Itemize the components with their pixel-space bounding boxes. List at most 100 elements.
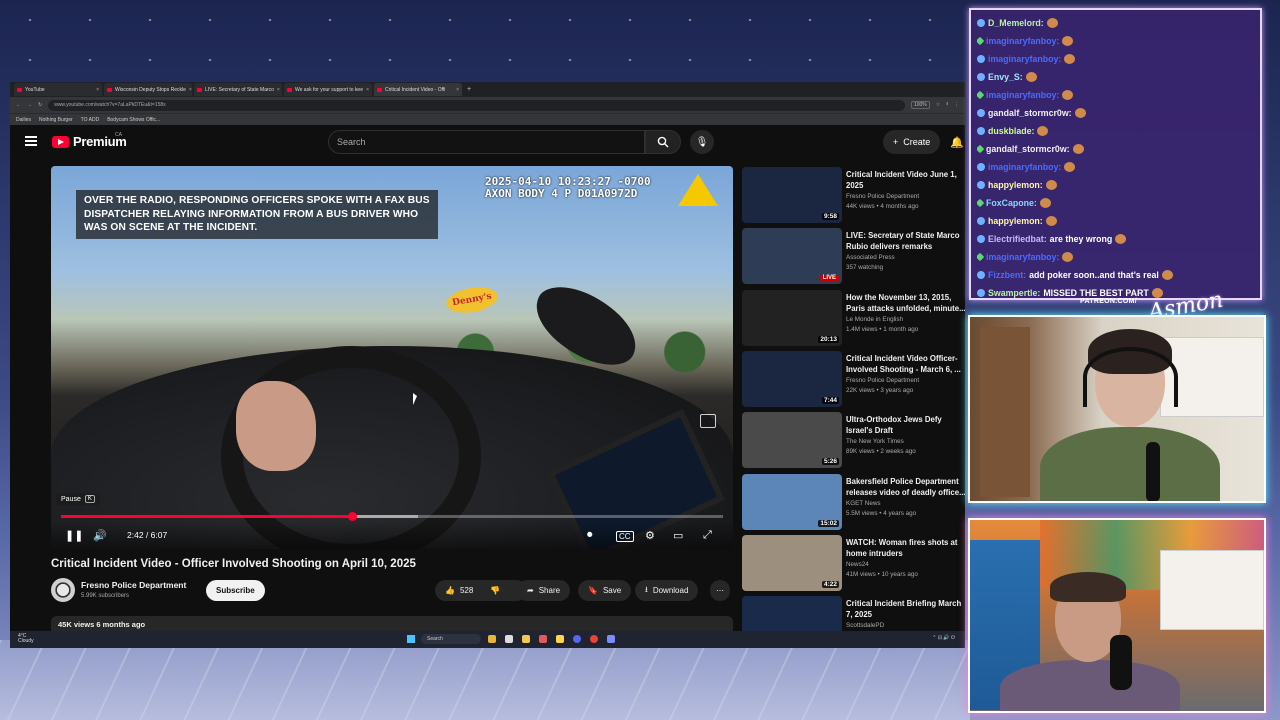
recommendation-channel[interactable]: The New York Times — [846, 438, 904, 445]
video-thumbnail[interactable]: 7:44 — [742, 350, 842, 407]
channel-name[interactable]: Fresno Police Department — [81, 580, 186, 590]
chat-username[interactable]: Fizzbent: — [988, 266, 1026, 284]
captions-icon[interactable]: CC — [616, 531, 634, 542]
url-field[interactable]: www.youtube.com/watch?v=7aLaPkDTEu&t=158… — [48, 99, 905, 111]
obs-icon[interactable] — [607, 635, 615, 643]
subscribe-button[interactable]: Subscribe — [206, 580, 265, 601]
recommendation-item[interactable]: 5:26 Ultra-Orthodox Jews Defy Israel's Dr… — [742, 412, 965, 470]
recommendation-title[interactable]: Ultra-Orthodox Jews Defy Israel's Draft — [846, 414, 965, 436]
close-tab-icon[interactable]: × — [366, 87, 369, 93]
recommendation-channel[interactable]: Le Monde in English — [846, 316, 903, 323]
miniplayer-icon[interactable] — [700, 414, 716, 428]
chat-username[interactable]: imaginaryfanboy: — [986, 86, 1059, 104]
video-player[interactable]: Denny's OVER THE RADIO, RESPONDING OFFIC… — [51, 166, 733, 549]
windows-start-icon[interactable] — [407, 635, 415, 643]
recommendation-channel[interactable]: Fresno Police Department — [846, 193, 919, 200]
chat-username[interactable]: gandalf_stormcr0w: — [988, 104, 1072, 122]
close-tab-icon[interactable]: × — [277, 87, 280, 93]
close-tab-icon[interactable]: × — [96, 87, 99, 93]
volume-icon[interactable]: 🔊 — [93, 529, 107, 542]
recommendation-title[interactable]: LIVE: Secretary of State Marco Rubio del… — [846, 230, 965, 252]
video-thumbnail[interactable]: 15:02 — [742, 473, 842, 530]
video-thumbnail[interactable]: LIVE — [742, 228, 842, 285]
youtube-logo[interactable]: Premium CA — [52, 132, 127, 149]
browser-tab[interactable]: YouTube × — [14, 83, 102, 96]
recommendation-channel[interactable]: Fresno Police Department — [846, 377, 919, 384]
chat-username[interactable]: happylemon: — [988, 212, 1043, 230]
more-actions-button[interactable]: ⋯ — [710, 580, 730, 601]
bookmark-item[interactable]: Nothing Burger — [39, 117, 73, 123]
star-icon[interactable]: ☆ — [936, 102, 940, 108]
channel-avatar[interactable] — [51, 578, 75, 602]
reload-icon[interactable]: ↻ — [38, 102, 42, 108]
hamburger-menu-icon[interactable] — [25, 136, 37, 146]
bookmark-item[interactable]: Bodycam Shows Offic... — [107, 117, 160, 123]
chat-username[interactable]: Swampertle: — [988, 284, 1040, 302]
zoom-level[interactable]: 100% — [910, 101, 930, 109]
recommendation-item[interactable]: 7:44 Critical Incident Video Officer-Invo… — [742, 350, 965, 409]
menu-dots-icon[interactable]: ⋮ — [954, 102, 959, 108]
recommendation-title[interactable]: How the November 13, 2015, Paris attacks… — [846, 292, 965, 314]
recommendation-title[interactable]: WATCH: Woman fires shots at home intrude… — [846, 537, 965, 559]
recommendation-channel[interactable]: News24 — [846, 561, 869, 568]
file-explorer-icon[interactable] — [488, 635, 496, 643]
download-icon[interactable]: ⭳ — [946, 101, 948, 109]
dislike-icon[interactable]: 👎 — [490, 586, 500, 595]
chrome-icon[interactable] — [590, 635, 598, 643]
bookmark-item[interactable]: Dailies — [16, 117, 31, 123]
taskbar-search[interactable]: Search — [421, 634, 481, 644]
recommendation-channel[interactable]: Associated Press — [846, 254, 895, 261]
notes-app-icon[interactable] — [556, 635, 564, 643]
discord-icon[interactable] — [573, 635, 581, 643]
forward-arrow-icon[interactable]: → — [27, 102, 32, 108]
chat-username[interactable]: gandalf_stormcr0w: — [986, 140, 1070, 158]
weather-widget[interactable]: 4°C Cloudy — [18, 634, 34, 644]
settings-gear-icon[interactable]: ⚙ — [645, 529, 655, 542]
back-arrow-icon[interactable]: ← — [16, 102, 21, 108]
video-thumbnail[interactable]: 4:22 — [742, 534, 842, 591]
recommendation-title[interactable]: Critical Incident Briefing March 7, 2025 — [846, 598, 965, 620]
recommendation-item[interactable]: LIVE LIVE: Secretary of State Marco Rubio… — [742, 228, 965, 286]
pause-icon[interactable]: ❚❚ — [65, 529, 83, 542]
video-thumbnail[interactable]: 9:58 — [742, 167, 842, 223]
chat-username[interactable]: imaginaryfanboy: — [986, 32, 1059, 50]
fullscreen-icon[interactable]: ⤢ — [703, 529, 712, 542]
share-button[interactable]: ➦ Share — [517, 580, 571, 601]
chat-username[interactable]: imaginaryfanboy: — [986, 248, 1059, 266]
recommendation-item[interactable]: 4:22 WATCH: Woman fires shots at home int… — [742, 534, 965, 593]
bookmark-item[interactable]: TO ADD — [81, 117, 100, 123]
browser-tab[interactable]: Wisconsin Deputy Stops Reckle × — [104, 83, 192, 96]
system-tray[interactable]: ⌃ ⊡ 🔊 ⏻ — [932, 635, 955, 641]
chat-username[interactable]: duskblade: — [988, 122, 1034, 140]
like-icon[interactable]: 👍 — [445, 586, 455, 595]
recommendation-title[interactable]: Bakersfield Police Department releases v… — [846, 476, 965, 498]
media-app-icon[interactable] — [539, 635, 547, 643]
recommendation-title[interactable]: Critical Incident Video Officer-Involved… — [846, 353, 965, 375]
chat-username[interactable]: FoxCapone: — [986, 194, 1037, 212]
chat-username[interactable]: happylemon: — [988, 176, 1043, 194]
chat-username[interactable]: D_Memelord: — [988, 14, 1044, 32]
download-button[interactable]: ⭳ Download — [635, 580, 699, 601]
recommendation-item[interactable]: 15:02 Bakersfield Police Department relea… — [742, 473, 965, 532]
search-input[interactable]: Search — [328, 130, 645, 154]
progress-bar[interactable] — [61, 512, 723, 521]
create-button[interactable]: + Create — [883, 130, 941, 154]
save-button[interactable]: 🔖 Save — [578, 580, 632, 601]
close-tab-icon[interactable]: × — [189, 87, 192, 93]
chat-username[interactable]: imaginaryfanboy: — [988, 158, 1061, 176]
recommendation-channel[interactable]: KGET News — [846, 500, 881, 507]
folder-icon[interactable] — [522, 635, 530, 643]
voice-search-button[interactable]: 🎙 — [690, 130, 714, 154]
video-thumbnail[interactable]: 5:26 — [742, 412, 842, 469]
like-count[interactable]: 528 — [460, 586, 473, 595]
video-thumbnail[interactable]: 20:13 — [742, 289, 842, 346]
chat-username[interactable]: Electrifiedbat: — [988, 230, 1047, 248]
notifications-bell-icon[interactable]: 🔔 — [950, 136, 964, 149]
new-tab-button[interactable]: + — [467, 86, 471, 93]
recommendation-item[interactable]: 9:58 Critical Incident Video June 1, 2025… — [742, 167, 965, 225]
theater-mode-icon[interactable]: ▭ — [673, 529, 683, 542]
close-tab-icon[interactable]: × — [456, 87, 459, 93]
search-button[interactable] — [645, 130, 681, 154]
chat-username[interactable]: Envy_S: — [988, 68, 1023, 86]
recommendation-channel[interactable]: ScottsdalePD — [846, 622, 884, 629]
